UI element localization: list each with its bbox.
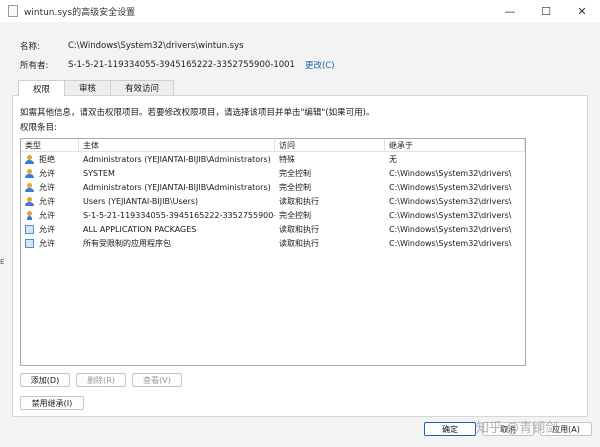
type-cell: 允许: [39, 182, 55, 192]
left-edge-fragment: E: [0, 258, 5, 266]
table-row[interactable]: 允许 Users (YEJIANTAI-BIJIB\Users) 读取和执行 C…: [21, 194, 525, 208]
list-header: 类型 主体 访问 继承于: [21, 139, 525, 152]
user-group-icon: [25, 182, 34, 192]
type-cell: 允许: [39, 238, 55, 248]
package-icon: [25, 224, 34, 234]
access-cell: 完全控制: [279, 168, 311, 178]
access-cell: 完全控制: [279, 210, 311, 220]
type-cell: 允许: [39, 210, 55, 220]
window-title: wintun.sys的高级安全设置: [24, 7, 136, 18]
advanced-security-dialog: wintun.sys的高级安全设置 — ☐ ✕ 名称: C:\Windows\S…: [0, 0, 600, 447]
principal-cell: 所有受限制的应用程序包: [83, 238, 171, 248]
user-group-icon: [25, 168, 34, 178]
principal-cell: SYSTEM: [83, 168, 115, 178]
package-icon: [25, 238, 34, 248]
inherited-cell: C:\Windows\System32\drivers\: [389, 182, 512, 192]
close-button[interactable]: ✕: [564, 0, 600, 22]
entries-label: 权限条目:: [20, 123, 57, 133]
name-label: 名称:: [20, 42, 40, 52]
permission-entries-list[interactable]: 类型 主体 访问 继承于 拒绝 Administrators (YEJIANTA…: [20, 138, 526, 366]
type-cell: 允许: [39, 168, 55, 178]
access-cell: 读取和执行: [279, 224, 319, 234]
principal-cell: Administrators (YEJIANTAI-BIJIB\Administ…: [83, 154, 271, 164]
file-icon: [8, 5, 18, 17]
principal-cell: S-1-5-21-119334055-3945165222-3352755900…: [83, 210, 275, 220]
inherited-cell: C:\Windows\System32\drivers\: [389, 210, 512, 220]
minimize-button[interactable]: —: [492, 0, 528, 22]
column-inherited-from[interactable]: 继承于: [385, 139, 525, 151]
watermark: 知乎 @青铜剑: [476, 421, 559, 436]
type-cell: 允许: [39, 224, 55, 234]
table-row[interactable]: 拒绝 Administrators (YEJIANTAI-BIJIB\Admin…: [21, 152, 525, 166]
inherited-cell: C:\Windows\System32\drivers\: [389, 238, 512, 248]
name-row: 名称: C:\Windows\System32\drivers\wintun.s…: [20, 40, 244, 52]
user-group-icon: [25, 154, 34, 164]
info-text: 如需其他信息，请双击权限项目。若要修改权限项目，请选择该项目并单击"编辑"(如果…: [20, 108, 375, 118]
maximize-button[interactable]: ☐: [528, 0, 564, 22]
access-cell: 完全控制: [279, 182, 311, 192]
table-row[interactable]: 允许 SYSTEM 完全控制 C:\Windows\System32\drive…: [21, 166, 525, 180]
column-principal[interactable]: 主体: [79, 139, 275, 151]
tab-effective-access[interactable]: 有效访问: [110, 80, 175, 95]
principal-cell: ALL APPLICATION PACKAGES: [83, 224, 197, 234]
principal-cell: Administrators (YEJIANTAI-BIJIB\Administ…: [83, 182, 271, 192]
tab-permissions[interactable]: 权限: [18, 80, 66, 96]
inherited-cell: C:\Windows\System32\drivers\: [389, 196, 512, 206]
change-owner-link[interactable]: 更改(C): [305, 59, 335, 71]
inherited-cell: C:\Windows\System32\drivers\: [389, 168, 512, 178]
type-cell: 允许: [39, 196, 55, 206]
tab-auditing[interactable]: 审核: [64, 80, 112, 95]
table-row[interactable]: 允许 ALL APPLICATION PACKAGES 读取和执行 C:\Win…: [21, 222, 525, 236]
column-access[interactable]: 访问: [275, 139, 385, 151]
ok-button[interactable]: 确定: [424, 422, 476, 436]
owner-row: 所有者: S-1-5-21-119334055-3945165222-33527…: [20, 59, 335, 71]
add-button[interactable]: 添加(D): [20, 373, 70, 387]
inherited-cell: C:\Windows\System32\drivers\: [389, 224, 512, 234]
access-cell: 读取和执行: [279, 238, 319, 248]
user-icon: [25, 210, 34, 220]
title-bar: wintun.sys的高级安全设置 — ☐ ✕: [0, 0, 600, 22]
access-cell: 读取和执行: [279, 196, 319, 206]
column-type[interactable]: 类型: [21, 139, 79, 151]
table-row[interactable]: 允许 S-1-5-21-119334055-3945165222-3352755…: [21, 208, 525, 222]
view-button[interactable]: 查看(V): [132, 373, 182, 387]
table-row[interactable]: 允许 Administrators (YEJIANTAI-BIJIB\Admin…: [21, 180, 525, 194]
tab-bar: 权限 审核 有效访问: [18, 80, 175, 96]
table-row[interactable]: 允许 所有受限制的应用程序包 读取和执行 C:\Windows\System32…: [21, 236, 525, 250]
access-cell: 特殊: [279, 154, 295, 164]
window-controls: — ☐ ✕: [492, 0, 600, 22]
disable-inheritance-button[interactable]: 禁用继承(I): [20, 396, 84, 410]
type-cell: 拒绝: [39, 154, 55, 164]
owner-value: S-1-5-21-119334055-3945165222-3352755900…: [68, 60, 295, 70]
remove-button[interactable]: 删除(R): [76, 373, 126, 387]
inherited-cell: 无: [389, 154, 397, 164]
owner-label: 所有者:: [20, 61, 49, 71]
principal-cell: Users (YEJIANTAI-BIJIB\Users): [83, 196, 199, 206]
user-group-icon: [25, 196, 34, 206]
name-value: C:\Windows\System32\drivers\wintun.sys: [68, 41, 244, 51]
